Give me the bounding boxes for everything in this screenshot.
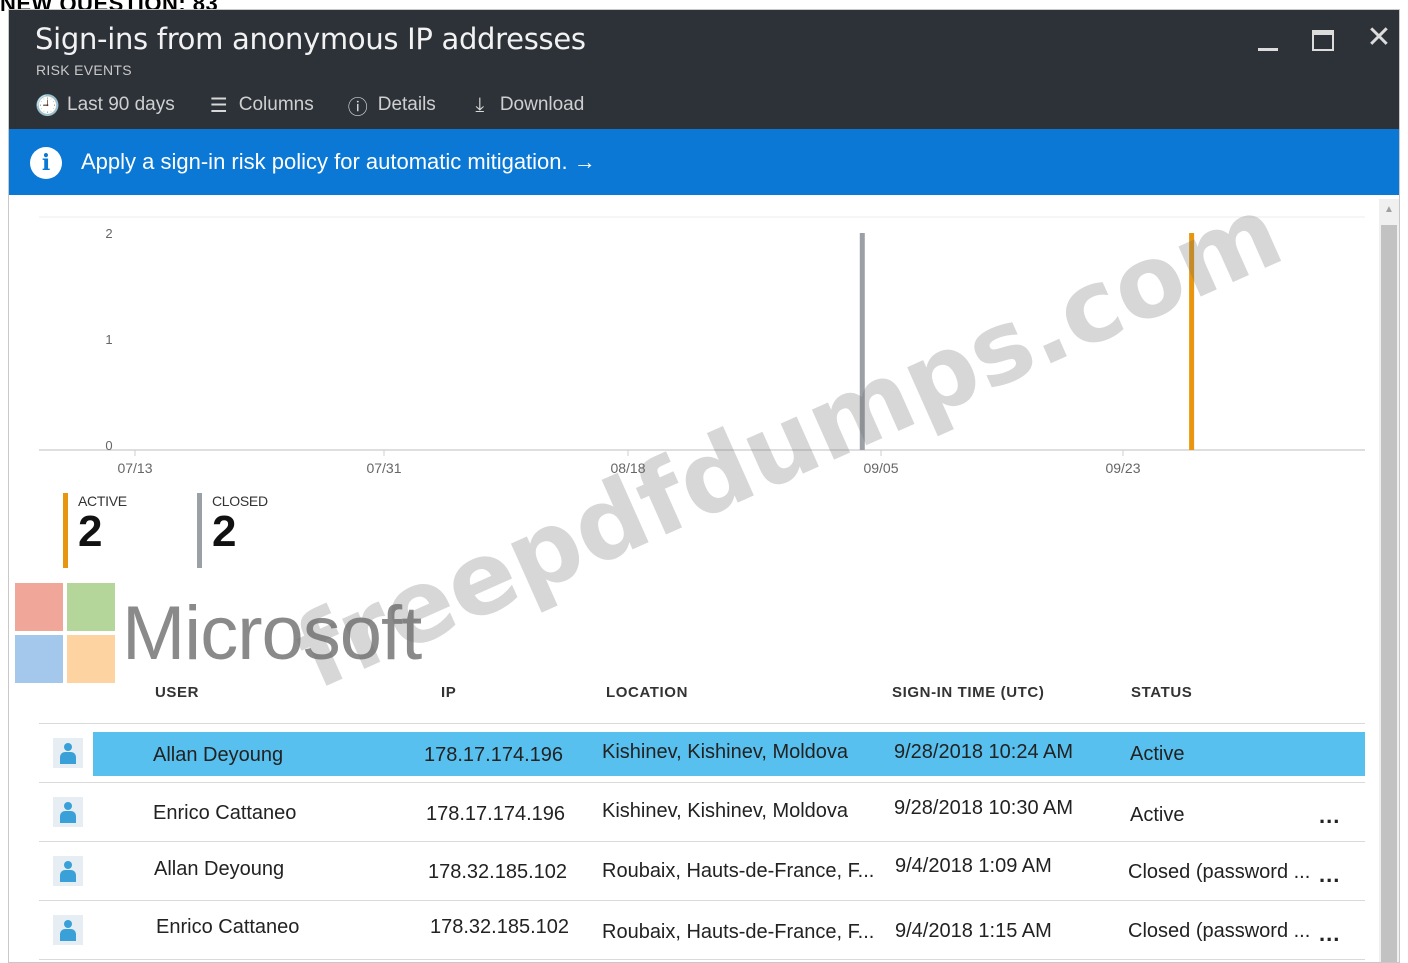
table-row[interactable]: Allan Deyoung 178.17.174.196 Kishinev, K… xyxy=(39,723,1365,782)
row-more-button[interactable]: ... xyxy=(1319,862,1340,888)
columns-button[interactable]: ☰ Columns xyxy=(207,93,314,118)
cell-ip: 178.17.174.196 xyxy=(426,803,566,825)
toolbar: 🕘 Last 90 days ☰ Columns ⓘ Details ⤓ Dow… xyxy=(35,90,616,120)
cell-user: Allan Deyoung xyxy=(154,858,285,880)
table-row[interactable]: Enrico Cattaneo 178.32.185.102 Roubaix, … xyxy=(39,900,1365,959)
user-icon xyxy=(53,738,83,768)
x-tick-label: 08/18 xyxy=(610,460,645,476)
details-label: Details xyxy=(377,94,436,115)
column-header-status[interactable]: STATUS xyxy=(1131,684,1192,701)
blade-title: Sign-ins from anonymous IP addresses xyxy=(35,22,586,56)
cell-sign-in-time: 9/28/2018 10:24 AM xyxy=(894,741,1074,763)
cell-ip: 178.32.185.102 xyxy=(428,861,568,883)
cell-status: Active xyxy=(1130,743,1185,765)
cell-location: Roubaix, Hauts-de-France, F... xyxy=(602,921,875,943)
x-tick-label: 09/05 xyxy=(863,460,898,476)
vertical-scrollbar[interactable]: ▲ xyxy=(1379,199,1399,962)
column-header-location[interactable]: LOCATION xyxy=(606,684,688,701)
columns-icon: ☰ xyxy=(209,94,228,117)
bar-closed xyxy=(859,233,865,450)
column-header-user[interactable]: USER xyxy=(155,684,199,701)
risk-policy-info-bar[interactable]: i Apply a sign-in risk policy for automa… xyxy=(9,129,1399,195)
closed-value: 2 xyxy=(212,507,237,556)
x-tick-label: 07/31 xyxy=(366,460,401,476)
x-tick-label: 07/13 xyxy=(117,460,152,476)
table-row[interactable]: Enrico Cattaneo 178.17.174.196 Kishinev,… xyxy=(39,782,1365,841)
minimize-button[interactable] xyxy=(1254,24,1282,52)
y-tick-label-2: 2 xyxy=(105,226,112,241)
cell-user: Enrico Cattaneo xyxy=(153,802,297,824)
cell-ip: 178.32.185.102 xyxy=(430,916,570,938)
cell-user: Enrico Cattaneo xyxy=(156,916,300,938)
x-tick-label: 09/23 xyxy=(1105,460,1140,476)
cell-location: Kishinev, Kishinev, Moldova xyxy=(602,741,849,763)
title-bar: Sign-ins from anonymous IP addresses RIS… xyxy=(9,10,1399,129)
table-row[interactable]: Allan Deyoung 178.32.185.102 Roubaix, Ha… xyxy=(39,841,1365,900)
cell-ip: 178.17.174.196 xyxy=(424,744,564,766)
download-label: Download xyxy=(499,94,585,115)
bar-active xyxy=(1189,233,1195,450)
maximize-button[interactable] xyxy=(1310,24,1338,52)
download-button[interactable]: ⤓ Download xyxy=(468,93,585,117)
clock-icon: 🕘 xyxy=(35,94,60,117)
user-icon xyxy=(53,797,83,827)
y-tick-label-0: 0 xyxy=(105,438,112,453)
row-more-button[interactable]: ... xyxy=(1319,921,1340,947)
columns-label: Columns xyxy=(238,94,314,115)
column-header-sign-in-time[interactable]: SIGN-IN TIME (UTC) xyxy=(892,684,1044,701)
table-header: USER IP LOCATION SIGN-IN TIME (UTC) STAT… xyxy=(39,675,1365,715)
logo-square-green xyxy=(67,583,115,631)
table-bottom-divider xyxy=(39,959,1365,960)
blade-subtitle: RISK EVENTS xyxy=(36,62,132,78)
microsoft-logo xyxy=(15,583,115,683)
microsoft-logo-text: Microsoft xyxy=(122,591,422,676)
cell-sign-in-time: 9/4/2018 1:09 AM xyxy=(895,855,1052,877)
cell-status: Closed (password ... xyxy=(1128,861,1311,883)
user-icon xyxy=(53,915,83,945)
cell-sign-in-time: 9/28/2018 10:30 AM xyxy=(894,797,1074,819)
cell-status: Active xyxy=(1130,804,1185,826)
active-value: 2 xyxy=(78,507,103,556)
risk-events-chart: 0 1 2 07/13 07/31 08/18 09/05 09/23 xyxy=(39,216,1365,476)
y-tick-label-1: 1 xyxy=(105,332,112,347)
cell-user: Allan Deyoung xyxy=(153,744,284,766)
row-more-button[interactable]: ... xyxy=(1319,803,1340,829)
column-header-ip[interactable]: IP xyxy=(441,684,456,701)
scroll-up-arrow-icon[interactable]: ▲ xyxy=(1379,199,1399,221)
cell-location: Kishinev, Kishinev, Moldova xyxy=(602,800,849,822)
risk-events-blade: Sign-ins from anonymous IP addresses RIS… xyxy=(8,9,1400,963)
download-icon: ⤓ xyxy=(475,93,485,116)
details-button[interactable]: ⓘ Details xyxy=(346,91,436,120)
close-button[interactable]: ✕ xyxy=(1365,23,1393,53)
logo-square-red xyxy=(15,583,63,631)
cell-sign-in-time: 9/4/2018 1:15 AM xyxy=(895,920,1052,942)
closed-color-bar xyxy=(197,493,202,568)
blade-content: 0 1 2 07/13 07/31 08/18 09/05 09/23 ACTIVE 2 CL… xyxy=(9,172,1399,962)
info-icon: i xyxy=(30,147,62,179)
active-color-bar xyxy=(63,493,68,568)
cell-status: Closed (password ... xyxy=(1128,920,1311,942)
info-icon: ⓘ xyxy=(347,96,368,119)
last-90-days-button[interactable]: 🕘 Last 90 days xyxy=(35,93,175,118)
info-bar-text[interactable]: Apply a sign-in risk policy for automati… xyxy=(81,149,596,175)
cell-location: Roubaix, Hauts-de-France, F... xyxy=(602,860,875,882)
user-icon xyxy=(53,856,83,886)
last-90-days-label: Last 90 days xyxy=(67,94,175,115)
scrollbar-thumb[interactable] xyxy=(1381,225,1397,962)
